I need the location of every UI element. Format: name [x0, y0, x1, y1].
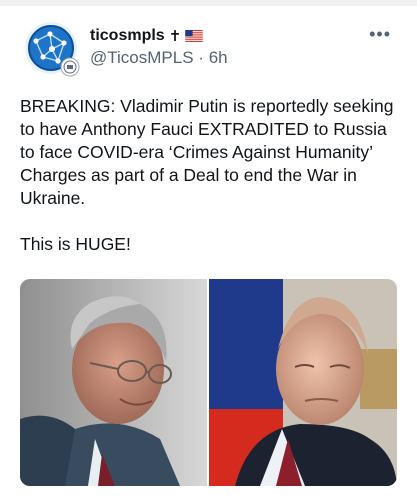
top-divider: [0, 0, 417, 6]
photo-illustration: [20, 279, 397, 486]
timestamp[interactable]: 6h: [209, 48, 228, 67]
separator: ·: [198, 48, 204, 67]
avatar[interactable]: [24, 21, 80, 77]
author-name-row[interactable]: ticosmpls ✝: [90, 27, 204, 45]
tweet-text: BREAKING: Vladimir Putin is reportedly s…: [20, 96, 394, 254]
tweet-photo[interactable]: [20, 279, 397, 486]
man-portrait-glasses-icon: [20, 279, 208, 486]
cross-emoji: ✝: [168, 28, 182, 45]
man-portrait-flag-background-icon: [208, 279, 397, 486]
handle-time-row: @TicosMPLS · 6h: [90, 48, 228, 68]
more-dots-icon[interactable]: •••: [369, 24, 391, 45]
globe-network-logo-icon: [25, 22, 80, 77]
us-flag-icon: [185, 30, 204, 42]
display-name[interactable]: ticosmpls: [90, 27, 165, 45]
handle[interactable]: @TicosMPLS: [90, 48, 194, 67]
